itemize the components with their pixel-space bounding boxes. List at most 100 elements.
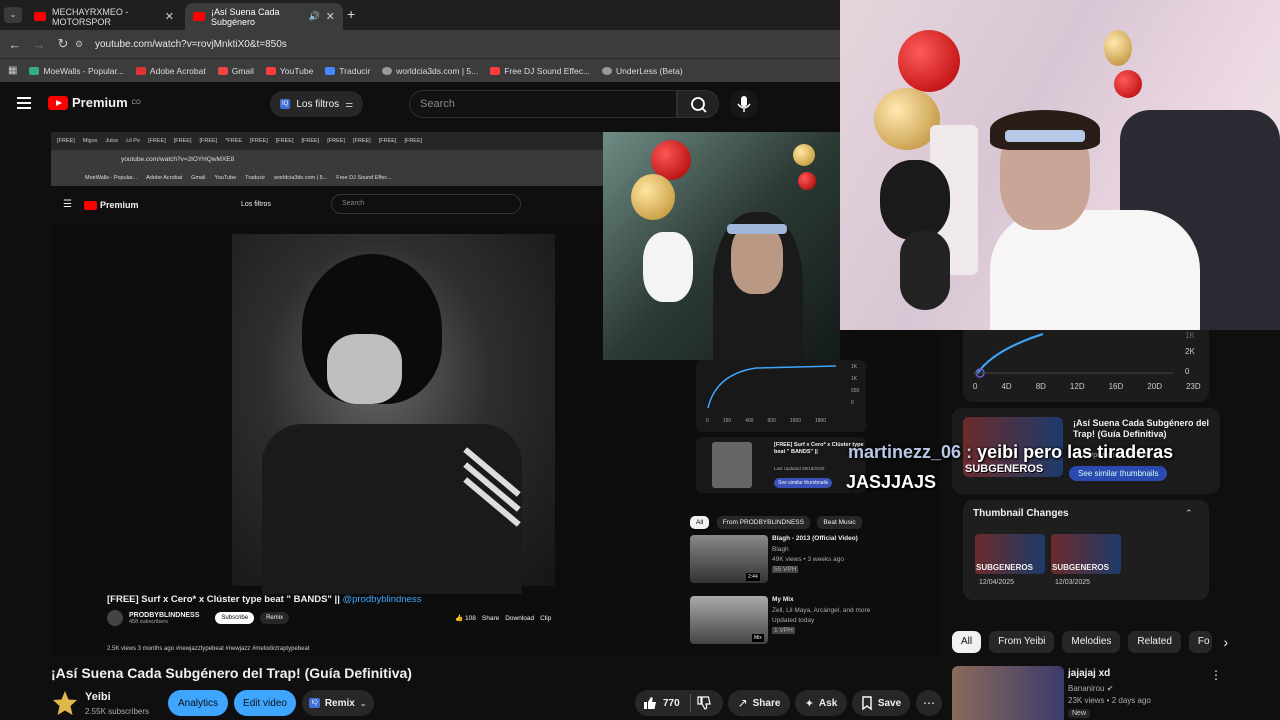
like-button[interactable]: 770 (643, 696, 680, 710)
close-tab-icon[interactable]: ✕ (165, 10, 174, 23)
bookmark-worldcia[interactable]: worldcia3ds.com | 5... (382, 66, 478, 76)
menu-icon[interactable] (17, 97, 31, 112)
channel-avatar[interactable] (51, 689, 79, 717)
inner-logo: Premium (84, 200, 139, 210)
new-tab-button[interactable]: + (347, 6, 355, 22)
filters-button[interactable]: IQ Los filtros ⚌ (270, 91, 364, 117)
inner-tab: [FREE] (352, 138, 371, 144)
related-video-meta: 23K views • 2 days ago (1068, 696, 1151, 705)
inner-tab: [FREE] (378, 138, 397, 144)
chip-related[interactable]: Related (1128, 631, 1181, 653)
youtube-premium-logo[interactable]: Premium CO (48, 95, 141, 110)
tab-motorsport[interactable]: MECHAYRXMEO - MOTORSPOR ✕ (26, 3, 182, 30)
inner-tab: Juice (105, 138, 119, 144)
sparkle-icon: ✦ (804, 697, 814, 710)
red-ornament (898, 30, 960, 92)
inner-tab: [FREE] (199, 138, 218, 144)
inner-rec-badge: 55 VPH (772, 566, 799, 573)
inner-chart-x-tick: 0 (706, 418, 709, 424)
collapse-chevron-icon[interactable]: ⌃ (1185, 508, 1193, 519)
inner-chart-x-tick: 400 (745, 418, 754, 424)
tab-label: MECHAYRXMEO - MOTORSPOR (52, 6, 129, 27)
inner-rec-title: My Mix (772, 596, 794, 603)
chip-all[interactable]: All (952, 631, 982, 653)
bookmark-youtube[interactable]: YouTube (265, 66, 313, 76)
thumbnail-changes-panel: Thumbnail Changes ⌃ SUBGENEROS 12/04/202… (963, 500, 1209, 600)
webcam-overlay-large (840, 0, 1280, 330)
related-video-item[interactable]: jajajaj xd Bananirou ✔ 23K views • 2 day… (952, 666, 1222, 720)
channel-name[interactable]: Yeibi (85, 691, 111, 703)
chip-truncated[interactable]: Fo (1188, 631, 1212, 653)
inner-video-title: [FREE] Surf x Cero* x Clúster type beat … (107, 594, 421, 605)
views-chart-curve (973, 333, 1173, 378)
related-video-title: jajajaj xd (1068, 668, 1111, 679)
x-tick: 20D (1147, 382, 1162, 391)
figure-face (327, 334, 402, 404)
sliders-icon: ⚌ (345, 98, 354, 109)
reload-icon[interactable]: ↻ (51, 36, 75, 52)
thumbnail-change-item[interactable]: SUBGENEROS (975, 534, 1045, 574)
inner-tab: [FREE] (57, 138, 75, 144)
forward-arrow-icon[interactable]: → (27, 37, 51, 52)
thumbnail-change-item[interactable]: SUBGENEROS (1051, 534, 1121, 574)
bookmarks-bar: ▦ MoeWalls - Popular... Adobe Acrobat Gm… (0, 58, 840, 82)
inner-handle-link: @prodbyblindness (342, 594, 422, 605)
ask-button[interactable]: ✦ Ask (795, 690, 847, 716)
share-button[interactable]: ↗ Share (728, 690, 790, 716)
chip-melodies[interactable]: Melodies (1062, 631, 1121, 653)
bookmark-underless[interactable]: UnderLess (Beta) (602, 66, 683, 76)
bookmark-acrobat[interactable]: Adobe Acrobat (135, 66, 206, 76)
url-field[interactable]: youtube.com/watch?v=rovjMnktiX0&t=850s (95, 39, 287, 50)
inner-subs: 458 subscribers (129, 618, 168, 625)
thumbnail-change-date: 12/03/2025 (1055, 579, 1091, 586)
chat-text: yeibi pero las tiraderas (977, 442, 1174, 462)
thumbnail-change-label: SUBGENEROS (1052, 563, 1109, 572)
remix-button[interactable]: IQ Remix ⌄ (302, 690, 374, 716)
inner-chart-y-tick: 0 (851, 400, 854, 406)
like-dislike-group: 770 (635, 690, 723, 716)
close-tab-icon[interactable]: ✕ (326, 10, 335, 23)
inner-tab: [FREE] (250, 138, 268, 144)
bookmark-moewalls[interactable]: MoeWalls - Popular... (29, 65, 124, 76)
search-button[interactable] (677, 90, 719, 118)
bookmark-icon (29, 66, 40, 75)
voice-search-button[interactable] (730, 90, 758, 118)
views-chart-x-axis: 0 4D 8D 12D 16D 20D 23D (973, 382, 1201, 391)
inner-remix: Remix (260, 612, 290, 624)
inner-filters-label: Los filtros (241, 201, 271, 208)
site-info-icon[interactable]: ⚙ (75, 39, 89, 50)
analytics-button[interactable]: Analytics (168, 690, 228, 716)
see-similar-thumbnails-button[interactable]: See similar thumbnails (1069, 466, 1168, 481)
tab-search-icon[interactable]: ⌄ (4, 7, 22, 23)
remix-icon: IQ (309, 698, 320, 708)
related-chips: All From Yeibi Melodies Related Fo › (952, 631, 1232, 653)
inner-channel-avatar (107, 610, 123, 626)
inner-chart-x-tick: 150 (722, 418, 732, 424)
inner-rec-views: Updated today (772, 617, 815, 624)
more-actions-button[interactable]: ⋯ (916, 690, 942, 716)
bookmark-traducir[interactable]: Traducir (325, 66, 370, 76)
inner-subscribe-button: Subscribe (215, 612, 255, 624)
save-button[interactable]: Save (852, 690, 910, 716)
chip-from-yeibi[interactable]: From Yeibi (989, 631, 1055, 653)
tab-active-video[interactable]: ¡Así Suena Cada Subgénero 🔊 ✕ (185, 3, 343, 30)
search-input[interactable]: Search (409, 90, 677, 118)
youtube-favicon-icon (193, 12, 205, 21)
inner-tab: [FREE] (301, 138, 320, 144)
chevron-right-icon[interactable]: › (1220, 631, 1233, 653)
bookmark-label: MoeWalls - Popular... (43, 65, 124, 76)
edit-video-button[interactable]: Edit video (234, 690, 296, 716)
inner-thumb-btn: See similar thumbnails (774, 478, 833, 488)
inner-tab: [FREE] (173, 138, 192, 144)
bookmark-dj-effects[interactable]: Free DJ Sound Effec... (490, 66, 590, 76)
thumbs-down-icon[interactable] (697, 696, 711, 710)
audio-playing-icon[interactable]: 🔊 (309, 11, 320, 22)
inner-rec-meta: Zell, Lil Maya, Arcángel, and more Update… (772, 606, 870, 636)
apps-grid-icon[interactable]: ▦ (8, 65, 17, 76)
bookmark-gmail[interactable]: Gmail (217, 66, 254, 76)
more-options-icon[interactable]: ⋮ (1210, 668, 1222, 682)
inner-rec-badge: 1 VPH (772, 627, 795, 634)
gold-ornament (631, 174, 675, 220)
inner-download: Download (505, 614, 535, 622)
back-arrow-icon[interactable]: ← (3, 37, 27, 52)
